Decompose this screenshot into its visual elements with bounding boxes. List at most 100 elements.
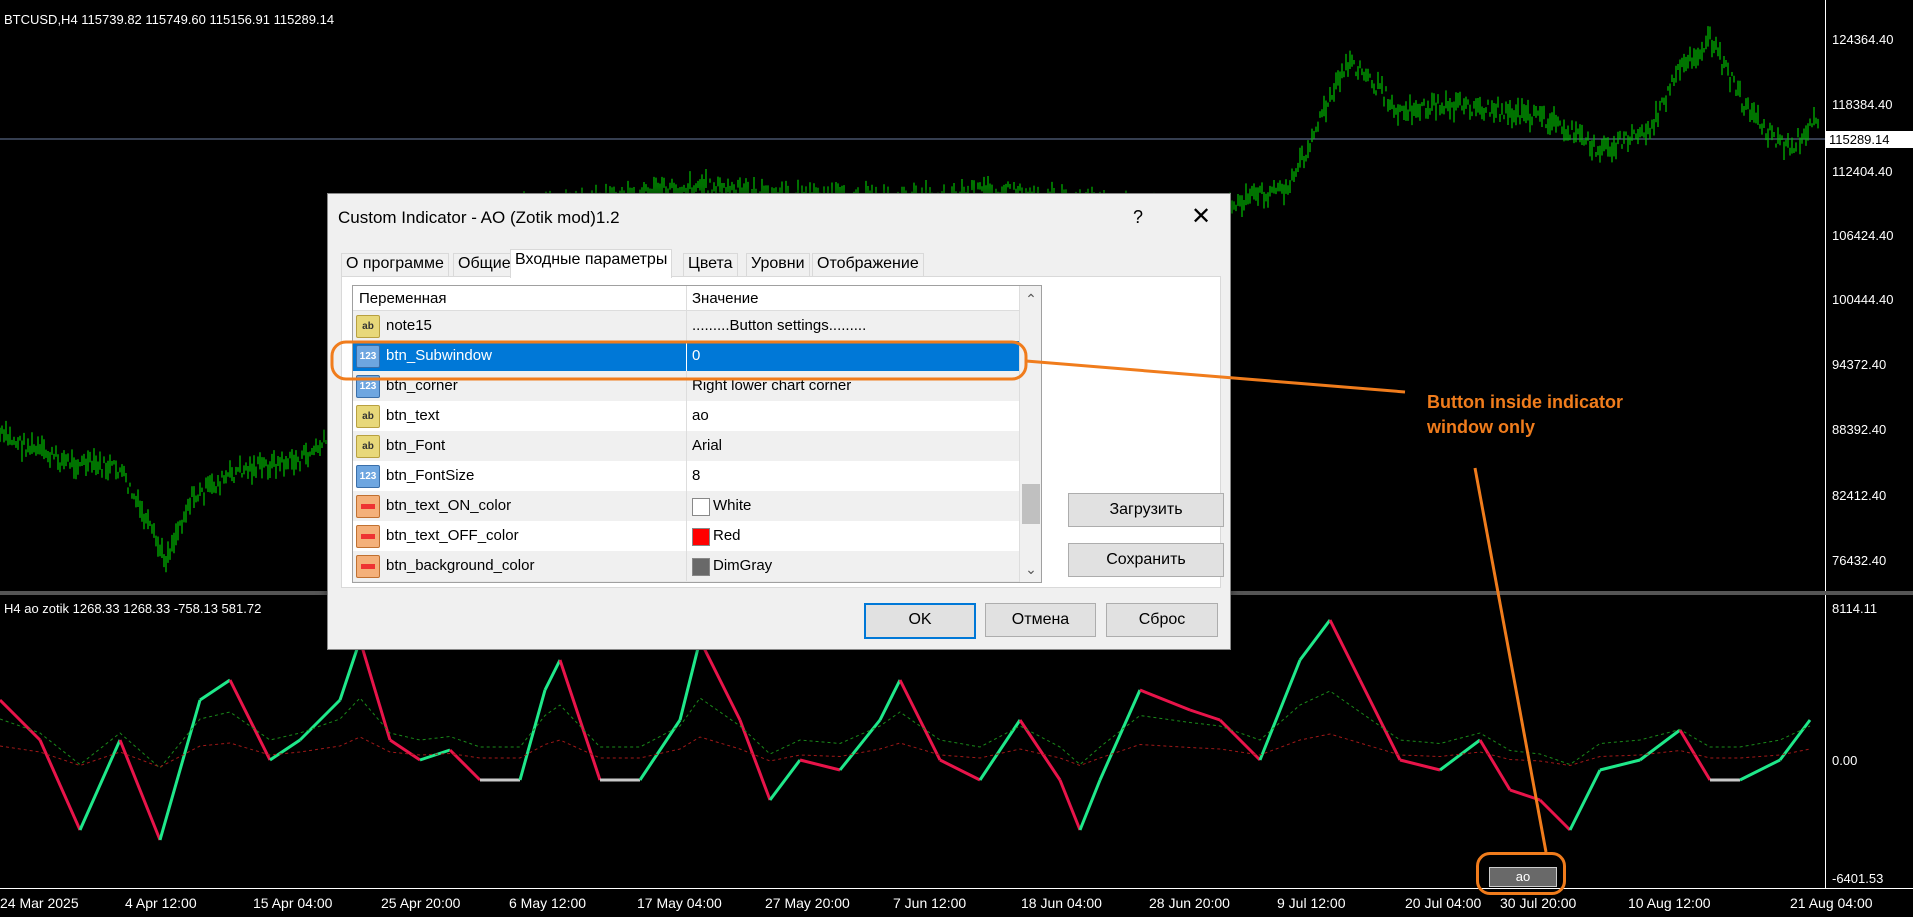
parameters-grid: Переменная Значение ab note15 .........B… bbox=[352, 285, 1042, 583]
button-highlight-ring bbox=[1476, 852, 1566, 895]
param-value[interactable]: .........Button settings......... bbox=[692, 317, 866, 334]
current-price-marker: 115289.14 bbox=[1826, 131, 1913, 148]
string-icon: ab bbox=[356, 405, 380, 428]
ao-segment bbox=[518, 689, 547, 781]
param-name: btn_Subwindow bbox=[386, 347, 492, 364]
ao-segment bbox=[558, 659, 602, 781]
color-icon bbox=[356, 555, 380, 578]
tab-colors[interactable]: Цвета bbox=[683, 253, 738, 276]
save-button[interactable]: Сохранить bbox=[1068, 543, 1224, 577]
ao-segment bbox=[38, 739, 82, 831]
tab-levels[interactable]: Уровни bbox=[746, 253, 810, 276]
chevron-down-icon[interactable]: ⌄ bbox=[1020, 558, 1041, 580]
price-label: 88392.40 bbox=[1832, 422, 1887, 437]
ao-segment bbox=[1678, 729, 1712, 781]
param-value[interactable]: 0 bbox=[692, 347, 700, 364]
time-axis[interactable]: 24 Mar 2025 4 Apr 12:00 15 Apr 04:00 25 … bbox=[0, 888, 1913, 917]
grid-scrollbar[interactable]: ⌃ ⌄ bbox=[1019, 286, 1041, 582]
symbol-header: BTCUSD,H4 115739.82 115749.60 115156.91 … bbox=[4, 12, 335, 27]
ao-segment bbox=[158, 699, 202, 841]
chevron-up-icon[interactable]: ⌃ bbox=[1020, 288, 1041, 310]
help-button[interactable]: ? bbox=[1123, 202, 1153, 232]
ao-segment bbox=[898, 679, 942, 761]
ao-segment bbox=[698, 639, 742, 721]
ao-segment bbox=[1538, 798, 1572, 832]
indicator-label: -6401.53 bbox=[1832, 871, 1884, 886]
load-button[interactable]: Загрузить bbox=[1068, 493, 1224, 527]
column-variable[interactable]: Переменная bbox=[359, 290, 447, 307]
ao-segment bbox=[1599, 758, 1641, 772]
param-row[interactable]: btn_text_ON_color White bbox=[353, 491, 1019, 522]
param-name: btn_text_ON_color bbox=[386, 497, 512, 514]
ao-segment bbox=[199, 678, 231, 702]
ao-segment bbox=[78, 739, 122, 831]
time-label: 30 Jul 20:00 bbox=[1500, 895, 1577, 911]
ao-segment bbox=[1298, 619, 1332, 661]
close-icon[interactable]: ✕ bbox=[1181, 202, 1221, 232]
grid-header: Переменная Значение bbox=[353, 286, 1019, 311]
price-scale[interactable]: 124364.40 118384.40 115289.14 112404.40 … bbox=[1825, 0, 1913, 591]
param-row[interactable]: 123 btn_FontSize 8 bbox=[353, 461, 1019, 492]
column-value[interactable]: Значение bbox=[692, 290, 759, 307]
time-label: 28 Jun 20:00 bbox=[1149, 895, 1230, 911]
tab-about[interactable]: О программе bbox=[341, 253, 449, 276]
ao-segment bbox=[1739, 758, 1781, 782]
price-label: 106424.40 bbox=[1832, 228, 1894, 243]
time-label: 17 May 04:00 bbox=[637, 895, 722, 911]
ok-button[interactable]: OK bbox=[864, 603, 976, 639]
ao-segment bbox=[878, 679, 902, 721]
integer-icon: 123 bbox=[356, 375, 380, 398]
tab-inputs[interactable]: Входные параметры bbox=[510, 249, 673, 278]
ao-segment bbox=[799, 758, 841, 772]
tab-visualization[interactable]: Отображение bbox=[812, 253, 924, 276]
param-name: btn_text_OFF_color bbox=[386, 527, 519, 544]
ao-segment bbox=[269, 738, 301, 762]
inputs-panel: Переменная Значение ab note15 .........B… bbox=[341, 276, 1224, 588]
indicator-scale[interactable]: 8114.11 0.00 -6401.53 bbox=[1825, 595, 1913, 888]
price-label: 76432.40 bbox=[1832, 553, 1887, 568]
param-row[interactable]: ab btn_text ao bbox=[353, 401, 1019, 432]
indicator-label: 0.00 bbox=[1832, 753, 1858, 768]
time-label: 9 Jul 12:00 bbox=[1277, 895, 1346, 911]
ao-segment bbox=[1358, 679, 1402, 761]
ao-segment bbox=[1078, 779, 1102, 831]
param-row[interactable]: ab note15 .........Button settings......… bbox=[353, 311, 1019, 342]
param-value[interactable]: Red bbox=[713, 527, 741, 544]
cancel-button[interactable]: Отмена bbox=[985, 603, 1096, 637]
ao-segment bbox=[1328, 619, 1362, 681]
indicator-label: 8114.11 bbox=[1832, 601, 1878, 616]
ao-segment bbox=[1139, 688, 1191, 712]
color-icon bbox=[356, 495, 380, 518]
ao-segment bbox=[1639, 728, 1681, 762]
price-label: 112404.40 bbox=[1832, 164, 1893, 179]
annotation-line2: window only bbox=[1427, 417, 1535, 437]
param-name: btn_FontSize bbox=[386, 467, 475, 484]
ao-segment bbox=[1189, 708, 1221, 722]
param-row-selected[interactable]: 123 btn_Subwindow 0 bbox=[353, 341, 1019, 372]
ao-segment bbox=[738, 719, 772, 801]
param-value[interactable]: DimGray bbox=[713, 557, 772, 574]
integer-icon: 123 bbox=[356, 465, 380, 488]
price-label: 94372.40 bbox=[1832, 357, 1887, 372]
param-name: btn_text bbox=[386, 407, 440, 424]
param-value[interactable]: Arial bbox=[692, 437, 722, 454]
param-value[interactable]: 8 bbox=[692, 467, 700, 484]
ao-segment bbox=[118, 739, 162, 841]
param-value[interactable]: ao bbox=[692, 407, 709, 424]
ao-segment bbox=[358, 639, 392, 741]
param-value[interactable]: White bbox=[713, 497, 751, 514]
param-row[interactable]: ab btn_Font Arial bbox=[353, 431, 1019, 462]
param-row[interactable]: btn_background_color DimGray bbox=[353, 551, 1019, 582]
reset-button[interactable]: Сброс bbox=[1106, 603, 1218, 637]
time-label: 18 Jun 04:00 bbox=[1021, 895, 1102, 911]
param-value[interactable]: Right lower chart corner bbox=[692, 377, 851, 394]
scrollbar-thumb[interactable] bbox=[1022, 484, 1040, 524]
time-label: 4 Apr 12:00 bbox=[125, 895, 197, 911]
param-row[interactable]: 123 btn_corner Right lower chart corner bbox=[353, 371, 1019, 402]
ao-segment bbox=[768, 759, 802, 801]
color-swatch bbox=[692, 558, 710, 576]
time-label: 21 Aug 04:00 bbox=[1790, 895, 1873, 911]
tab-common[interactable]: Общие bbox=[453, 253, 516, 276]
ao-segment bbox=[1568, 769, 1602, 831]
param-row[interactable]: btn_text_OFF_color Red bbox=[353, 521, 1019, 552]
